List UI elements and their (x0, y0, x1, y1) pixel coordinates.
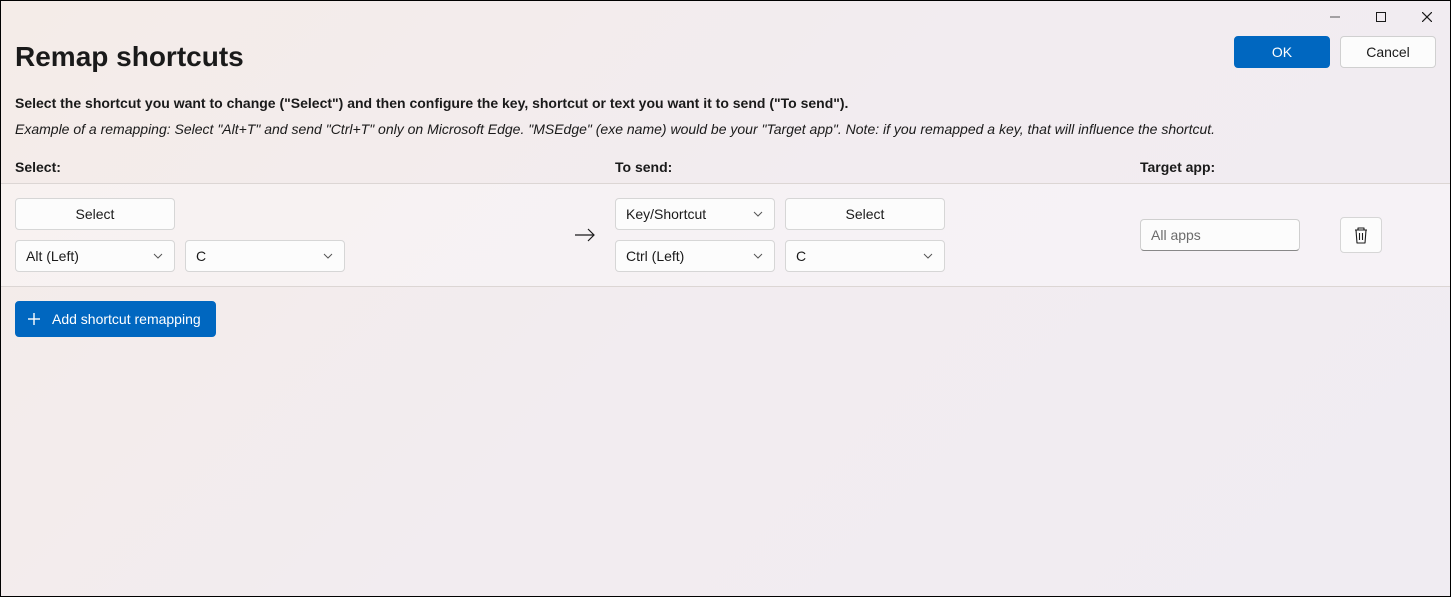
column-header-select: Select: (15, 159, 615, 175)
maximize-button[interactable] (1358, 1, 1404, 33)
minimize-button[interactable] (1312, 1, 1358, 33)
add-shortcut-button[interactable]: Add shortcut remapping (15, 301, 216, 337)
chevron-down-icon (322, 250, 334, 262)
source-key-dropdown[interactable]: C (185, 240, 345, 272)
ok-button[interactable]: OK (1234, 36, 1330, 68)
instructions: Select the shortcut you want to change (… (1, 73, 1450, 137)
dest-key-dropdown[interactable]: C (785, 240, 945, 272)
delete-row-button[interactable] (1340, 217, 1382, 253)
dest-modifier-dropdown[interactable]: Ctrl (Left) (615, 240, 775, 272)
header-row: Remap shortcuts OK Cancel (1, 1, 1450, 73)
chevron-down-icon (922, 250, 934, 262)
page-title: Remap shortcuts (15, 41, 244, 73)
source-modifier-value: Alt (Left) (26, 248, 79, 264)
mapping-row: Select Alt (Left) C Key/S (1, 183, 1450, 287)
add-row: Add shortcut remapping (1, 287, 1450, 351)
dest-select-button[interactable]: Select (785, 198, 945, 230)
chevron-down-icon (752, 208, 764, 220)
chevron-down-icon (152, 250, 164, 262)
column-headers: Select: To send: Target app: (1, 137, 1450, 183)
column-header-target: Target app: (1140, 159, 1436, 175)
select-area: Select Alt (Left) C (15, 198, 555, 272)
column-header-tosend: To send: (615, 159, 1140, 175)
close-button[interactable] (1404, 1, 1450, 33)
source-select-button[interactable]: Select (15, 198, 175, 230)
add-shortcut-label: Add shortcut remapping (52, 311, 201, 327)
trash-icon (1353, 226, 1369, 244)
target-area (1140, 217, 1436, 253)
minimize-icon (1330, 12, 1340, 22)
instruction-example: Example of a remapping: Select "Alt+T" a… (15, 121, 1436, 137)
cancel-button[interactable]: Cancel (1340, 36, 1436, 68)
send-type-dropdown[interactable]: Key/Shortcut (615, 198, 775, 230)
dest-key-value: C (796, 248, 806, 264)
target-app-input[interactable] (1140, 219, 1300, 251)
tosend-area: Key/Shortcut Select Ctrl (Left) C (615, 198, 1140, 272)
chevron-down-icon (752, 250, 764, 262)
close-icon (1422, 12, 1432, 22)
dest-modifier-value: Ctrl (Left) (626, 248, 684, 264)
maximize-icon (1376, 12, 1386, 22)
source-key-value: C (196, 248, 206, 264)
source-modifier-dropdown[interactable]: Alt (Left) (15, 240, 175, 272)
arrow-right-icon (574, 227, 596, 243)
plus-icon (26, 311, 42, 327)
arrow-area (555, 227, 615, 243)
send-type-value: Key/Shortcut (626, 206, 706, 222)
window-controls (1312, 1, 1450, 33)
action-buttons: OK Cancel (1234, 36, 1436, 68)
instruction-primary: Select the shortcut you want to change (… (15, 95, 1436, 111)
